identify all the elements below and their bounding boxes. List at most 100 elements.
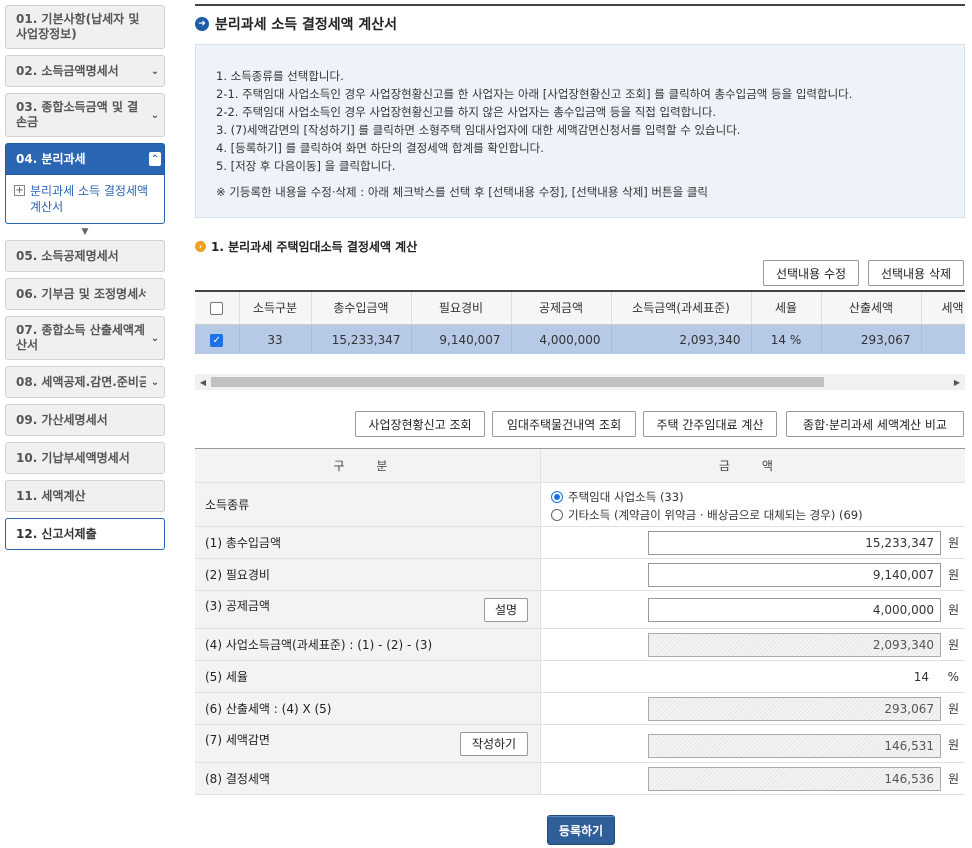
summary-table: 소득구분 총수입금액 필요경비 공제금액 소득금액(과세표준) 세율 산출세액 … [195, 290, 965, 354]
sidebar-subitem-separate-tax-calc[interactable]: + 분리과세 소득 결정세액 계산서 [5, 175, 165, 224]
sidebar-item-label: 08. 세액공제.감면.준비금 [16, 374, 146, 389]
write-reduction-button[interactable]: 작성하기 [460, 731, 528, 756]
table-cell: 293,067 [821, 324, 922, 354]
form-row-total-revenue: (1) 총수입금액 15,233,347 원 [195, 527, 965, 559]
form-row-expenses: (2) 필요경비 9,140,007 원 [195, 559, 965, 591]
form-label: (2) 필요경비 [195, 559, 541, 590]
row-checkbox[interactable]: ✓ [210, 334, 224, 348]
form-label: (5) 세율 [195, 661, 541, 692]
radio-other-income[interactable]: 기타소득 (계약금이 위약금 · 배상금으로 대체되는 경우) (69) [551, 507, 863, 523]
form-value: 주택임대 사업소득 (33) 기타소득 (계약금이 위약금 · 배상금으로 대체… [541, 483, 965, 526]
form-label-text: 소득종류 [205, 498, 250, 512]
chevron-down-icon[interactable]: ⌄ [149, 108, 161, 122]
bullet-arrow-icon: › [195, 241, 206, 252]
unit-label: % [947, 669, 959, 684]
form-value: 14% [541, 661, 965, 692]
sidebar-item-prepaid-tax[interactable]: 10. 기납부세액명세서 [5, 442, 165, 474]
horizontal-scrollbar[interactable]: ◀ ▶ [195, 374, 965, 390]
column-header: 세액 [921, 292, 965, 325]
chevron-down-icon[interactable]: ⌄ [149, 64, 161, 78]
scroll-right-icon[interactable]: ▶ [951, 376, 963, 388]
table-cell: 4,000,000 [511, 324, 612, 354]
sidebar-item-penalty-tax[interactable]: 09. 가산세명세서 [5, 404, 165, 436]
header-text: 금 액 [719, 459, 787, 473]
table-row[interactable]: ✓ 33 15,233,347 9,140,007 4,000,000 2,09… [195, 324, 965, 354]
column-header: 산출세액 [821, 292, 922, 325]
sidebar-item-total-income[interactable]: 03. 종합소득금액 및 결손금 ⌄ [5, 93, 165, 137]
unit-label: 원 [947, 772, 959, 786]
business-report-lookup-button[interactable]: 사업장현황신고 조회 [355, 411, 485, 437]
radio-housing-rental[interactable]: 주택임대 사업소득 (33) [551, 489, 863, 505]
sidebar-item-label: 10. 기납부세액명세서 [16, 450, 130, 465]
select-all-cell[interactable] [195, 292, 240, 325]
chevron-down-icon[interactable]: ⌄ [149, 375, 161, 389]
form-header-value: 금 액 [541, 449, 965, 482]
total-revenue-input[interactable]: 15,233,347 [648, 530, 941, 555]
form-value: 4,000,000 원 [541, 591, 965, 628]
sidebar-item-label: 06. 기부금 및 조정명세서 [16, 286, 146, 301]
select-all-checkbox[interactable] [210, 301, 224, 315]
form-value: 146,531 원 [541, 725, 965, 762]
sidebar-item-label: 01. 기본사항(납세자 및 사업장정보) [16, 12, 140, 41]
form-row-tax-rate: (5) 세율 14% [195, 661, 965, 693]
detail-form: 구 분 금 액 소득종류 주택임대 사업소득 (33) 기타소득 (계약금이 위… [195, 448, 965, 795]
register-button[interactable]: 등록하기 [547, 815, 615, 845]
sidebar-item-donation[interactable]: 06. 기부금 및 조정명세서 [5, 278, 165, 310]
table-cell: 2,093,340 [611, 324, 752, 354]
instruction-line: 1. 소득종류를 선택합니다. [216, 69, 344, 83]
table-cell: 9,140,007 [411, 324, 512, 354]
determined-tax-readonly: 146,536 [648, 766, 941, 791]
edit-selected-button[interactable]: 선택내용 수정 [763, 260, 859, 286]
sidebar-item-tax-credit[interactable]: 08. 세액공제.감면.준비금 ⌄ [5, 366, 165, 398]
instruction-line: 3. (7)세액감면의 [작성하기] 를 클릭하면 소형주택 임대사업자에 대한… [216, 123, 741, 137]
deduction-help-button[interactable]: 설명 [484, 597, 528, 622]
table-cell [921, 324, 965, 354]
chevron-up-icon[interactable]: ⌃ [149, 152, 161, 166]
scroll-left-icon[interactable]: ◀ [197, 376, 209, 388]
sidebar-item-submit-return[interactable]: 12. 신고서제출 [5, 518, 165, 550]
section-title-text: 1. 분리과세 주택임대소득 결정세액 계산 [211, 240, 418, 254]
form-row-deduction: (3) 공제금액 설명 4,000,000 원 [195, 591, 965, 629]
scrollbar-thumb[interactable] [211, 377, 824, 387]
sidebar-item-tax-calc-statement[interactable]: 07. 종합소득 산출세액계산서 ⌄ [5, 316, 165, 360]
deduction-input[interactable]: 4,000,000 [648, 597, 941, 622]
form-label-text: (3) 공제금액 [205, 599, 270, 613]
form-row-calculated-tax: (6) 산출세액 : (4) X (5) 293,067 원 [195, 693, 965, 725]
radio-selected-icon[interactable] [551, 491, 563, 503]
tax-comparison-button[interactable]: 종합·분리과세 세액계산 비교 [786, 411, 964, 437]
form-label: (7) 세액감면 작성하기 [195, 725, 541, 762]
form-label-text: (7) 세액감면 [205, 733, 270, 747]
column-header: 소득구분 [239, 292, 312, 325]
form-label-text: (8) 결정세액 [205, 772, 270, 786]
column-header: 필요경비 [411, 292, 512, 325]
form-row-determined-tax: (8) 결정세액 146,536 원 [195, 763, 965, 795]
deemed-rent-calc-button[interactable]: 주택 간주임대료 계산 [643, 411, 777, 437]
sidebar-item-label: 03. 종합소득금액 및 결손금 [16, 100, 139, 129]
sidebar-item-label: 12. 신고서제출 [16, 526, 97, 541]
form-value: 2,093,340 원 [541, 629, 965, 660]
sidebar-item-tax-calculation[interactable]: 11. 세액계산 [5, 480, 165, 512]
expenses-input[interactable]: 9,140,007 [648, 562, 941, 587]
instruction-line: 2-1. 주택임대 사업소득인 경우 사업장현황신고를 한 사업자는 아래 [사… [216, 87, 853, 101]
delete-selected-button[interactable]: 선택내용 삭제 [868, 260, 964, 286]
radio-unselected-icon[interactable] [551, 509, 563, 521]
unit-label: 원 [947, 568, 959, 582]
sidebar-item-basic-info[interactable]: 01. 기본사항(납세자 및 사업장정보) [5, 5, 165, 49]
row-select-cell[interactable]: ✓ [195, 324, 240, 354]
sidebar-item-income-statement[interactable]: 02. 소득금액명세서 ⌄ [5, 55, 165, 87]
sidebar-nav: 01. 기본사항(납세자 및 사업장정보) 02. 소득금액명세서 ⌄ 03. 종… [5, 5, 165, 556]
unit-label: 원 [947, 603, 959, 617]
expand-plus-icon: + [14, 185, 25, 196]
rental-property-lookup-button[interactable]: 임대주택물건내역 조회 [492, 411, 636, 437]
arrow-down-icon: ▼ [81, 227, 89, 237]
table-cell: 33 [239, 324, 312, 354]
column-header: 세율 [751, 292, 822, 325]
sidebar-item-deduction[interactable]: 05. 소득공제명세서 [5, 240, 165, 272]
chevron-down-icon[interactable]: ⌄ [149, 331, 161, 345]
form-label: 소득종류 [195, 483, 541, 526]
column-header: 소득금액(과세표준) [611, 292, 752, 325]
form-row-tax-reduction: (7) 세액감면 작성하기 146,531 원 [195, 725, 965, 763]
sidebar-item-separate-tax[interactable]: 04. 분리과세 ⌃ [5, 143, 165, 175]
section-title: › 1. 분리과세 주택임대소득 결정세액 계산 [195, 238, 417, 255]
header-text: 구 분 [333, 459, 402, 473]
